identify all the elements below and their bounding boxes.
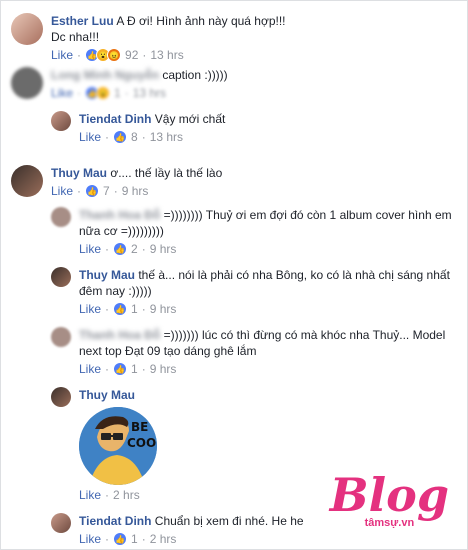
timestamp[interactable]: 9 hrs (150, 302, 177, 316)
timestamp[interactable]: 2 hrs (150, 532, 177, 546)
comment-text: =)))))))) Thuỷ ơi em đợi đó còn 1 album … (163, 208, 452, 222)
avatar[interactable] (11, 165, 43, 197)
reaction-count: 2 (131, 242, 138, 256)
comment-text: Chuẩn bị xem đi nhé. He he (154, 514, 304, 528)
like-reaction-icon: 👍 (113, 242, 128, 256)
reply-item: Thanh Hoa Đỗ =))))))) lúc có thì đừng có… (51, 327, 445, 376)
wow-reaction-icon: 😮 (96, 86, 111, 100)
be-cool-sticker[interactable]: BE COOL! (79, 407, 157, 485)
timestamp[interactable]: 9 hrs (150, 362, 177, 376)
blog-watermark: Blog tâmsự.vn (329, 468, 449, 529)
commenter-name[interactable]: Tiendat Dinh (79, 514, 151, 528)
comment-text: =))))))) lúc có thì đừng có mà khóc nha … (163, 328, 446, 342)
like-reaction-icon: 👍 (113, 532, 128, 546)
timestamp[interactable]: 13 hrs (150, 48, 183, 62)
avatar[interactable] (51, 111, 71, 131)
avatar[interactable] (51, 207, 71, 227)
like-reaction-icon: 👍 (113, 302, 128, 316)
watermark-logo: Blog (329, 468, 449, 522)
reaction-count: 8 (131, 130, 138, 144)
like-button[interactable]: Like (51, 86, 73, 100)
reactions[interactable]: 👍 😮 😠 (85, 48, 122, 62)
comment-text-line2: next top Đạt 09 tạo dáng ghê lắm (79, 344, 257, 358)
like-button[interactable]: Like (79, 242, 101, 256)
reaction-count: 1 (131, 302, 138, 316)
commenter-name[interactable]: Tiendat Dinh (79, 112, 151, 126)
commenter-name[interactable]: Thanh Hoa Đỗ (79, 328, 160, 342)
like-button[interactable]: Like (51, 184, 73, 198)
commenter-name[interactable]: Thanh Hoa Đỗ (79, 208, 160, 222)
avatar[interactable] (51, 387, 71, 407)
avatar[interactable] (51, 267, 71, 287)
commenter-name[interactable]: Esther Luu (51, 14, 114, 28)
reply-item: Tiendat Dinh Chuẩn bị xem đi nhé. He he … (51, 513, 304, 546)
like-button[interactable]: Like (79, 362, 101, 376)
like-reaction-icon: 👍 (85, 184, 100, 198)
timestamp[interactable]: 9 hrs (122, 184, 149, 198)
commenter-name[interactable]: Thuy Mau (79, 388, 135, 402)
reply-item: Thuy Mau BE COOL! Like · 2 hrs (51, 387, 157, 502)
reply-item: Thuy Mau thế à... nói là phải có nha Bôn… (51, 267, 450, 316)
reaction-count: 7 (103, 184, 110, 198)
reaction-count: 1 (114, 86, 121, 100)
avatar[interactable] (51, 327, 71, 347)
avatar[interactable] (11, 67, 43, 99)
reaction-count: 1 (131, 532, 138, 546)
commenter-name[interactable]: Thuy Mau (79, 268, 135, 282)
comment-item: Thuy Mau ơ.... thế lầy là thế lào Like ·… (11, 165, 222, 198)
timestamp[interactable]: 9 hrs (150, 242, 177, 256)
reply-item: Tiendat Dinh Vậy mới chất Like · 👍 8 · 1… (51, 111, 225, 144)
timestamp[interactable]: 2 hrs (113, 488, 140, 502)
reaction-count: 92 (125, 48, 139, 62)
like-button[interactable]: Like (79, 532, 101, 546)
svg-text:BE: BE (131, 420, 148, 434)
comment-item: Esther Luu A Đ ơi! Hình ảnh này quá hợp!… (11, 13, 286, 62)
commenter-name[interactable]: Long Minh Nguyễn (51, 68, 159, 82)
avatar[interactable] (51, 513, 71, 533)
comment-text: thế à... nói là phải có nha Bông, ko có … (138, 268, 450, 282)
comment-text: ơ.... thế lầy là thế lào (110, 166, 223, 180)
reaction-count: 1 (131, 362, 138, 376)
comment-text: caption :))))) (162, 68, 228, 82)
comment-text-line2: nữa cơ =))))))))) (79, 224, 164, 238)
like-reaction-icon: 👍 (113, 130, 128, 144)
like-reaction-icon: 👍 (113, 362, 128, 376)
comment-item: Long Minh Nguyễn caption :))))) Like · 👍… (11, 67, 228, 100)
comment-text: Vậy mới chất (154, 112, 226, 126)
angry-reaction-icon: 😠 (107, 48, 122, 62)
timestamp[interactable]: 13 hrs (133, 86, 166, 100)
like-button[interactable]: Like (51, 48, 73, 62)
sticker-illustration: BE COOL! (79, 407, 157, 485)
comment-thread: Esther Luu A Đ ơi! Hình ảnh này quá hợp!… (0, 0, 468, 550)
comment-text-line2: Dc nha!!! (51, 30, 100, 44)
comment-text: A Đ ơi! Hình ảnh này quá hợp!!! (116, 14, 286, 28)
comment-text-line2: đêm nay :))))) (79, 284, 152, 298)
avatar[interactable] (11, 13, 43, 45)
like-button[interactable]: Like (79, 302, 101, 316)
timestamp[interactable]: 13 hrs (150, 130, 183, 144)
commenter-name[interactable]: Thuy Mau (51, 166, 107, 180)
svg-text:COOL!: COOL! (127, 436, 157, 450)
reply-item: Thanh Hoa Đỗ =)))))))) Thuỷ ơi em đợi đó… (51, 207, 452, 256)
like-button[interactable]: Like (79, 130, 101, 144)
like-button[interactable]: Like (79, 488, 101, 502)
